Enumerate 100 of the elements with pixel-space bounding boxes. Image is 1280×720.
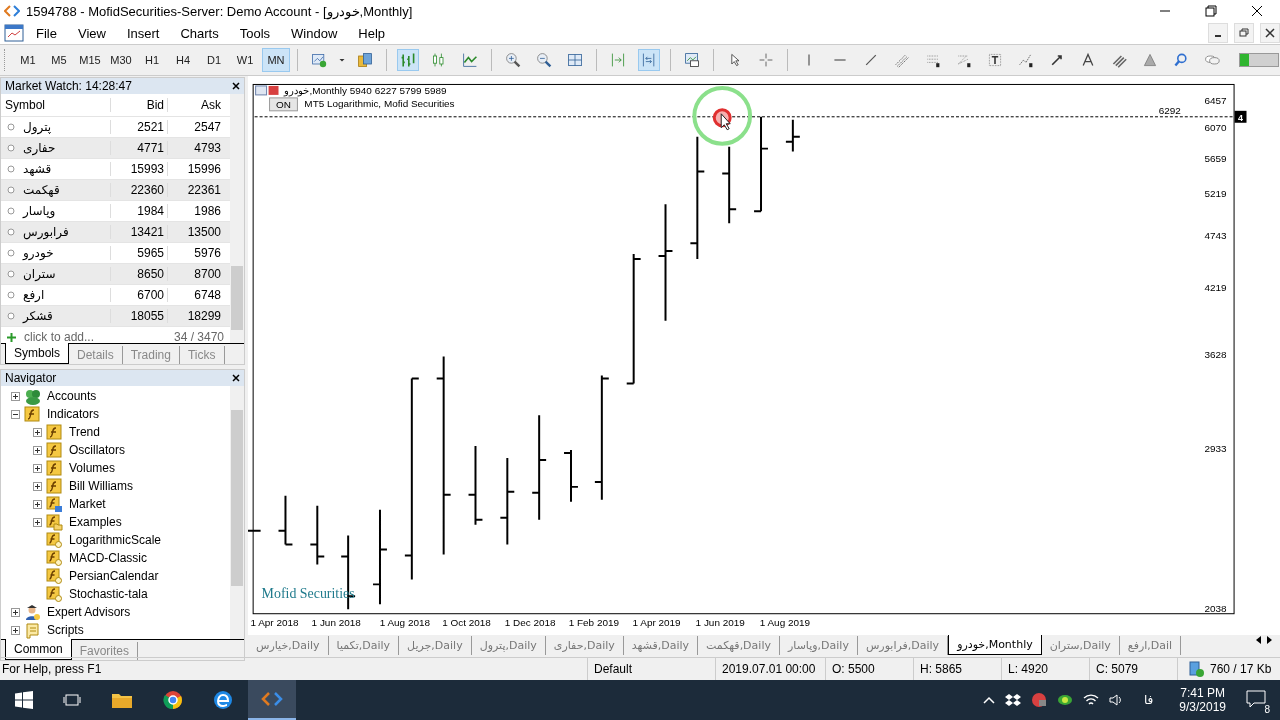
browser-icon[interactable] xyxy=(213,690,233,710)
indicator-toggle-button[interactable]: ON xyxy=(269,97,298,112)
timeframe-button[interactable]: M30 xyxy=(107,48,135,72)
symbol-name[interactable]: ارفع xyxy=(23,288,45,302)
chart-tab[interactable]: خودرو,Monthly xyxy=(948,635,1042,656)
task-view-icon[interactable] xyxy=(63,691,81,709)
expand-toggle-icon[interactable] xyxy=(11,409,20,419)
connection-icon xyxy=(1188,661,1204,677)
ask-price: 2547 xyxy=(193,120,222,134)
scroll-left-icon[interactable] xyxy=(1254,635,1264,646)
notification-count: 8 xyxy=(1262,703,1272,715)
ask-price: 5976 xyxy=(193,246,222,260)
tree-item[interactable]: Expert Advisors xyxy=(47,605,131,619)
caret-icon[interactable] xyxy=(982,695,995,705)
tree-item[interactable]: Oscillators xyxy=(69,443,125,457)
symbol-name[interactable]: ستران xyxy=(23,267,56,281)
tree-item[interactable]: Examples xyxy=(69,515,122,529)
notification-icon[interactable] xyxy=(1246,689,1266,708)
tree-item[interactable]: Market xyxy=(69,497,106,511)
bid-price: 8650 xyxy=(111,267,168,281)
tree-item[interactable]: Volumes xyxy=(69,461,116,475)
symbol-name[interactable]: قهکمت xyxy=(23,183,60,197)
symbol-name[interactable]: وپاسار xyxy=(23,204,56,218)
panel-tab[interactable]: Symbols xyxy=(5,343,69,364)
expand-toggle-icon[interactable] xyxy=(33,499,42,509)
tree-item[interactable]: PersianCalendar xyxy=(69,569,159,583)
menu-item[interactable]: Window xyxy=(289,25,351,41)
menu-item[interactable]: Insert xyxy=(124,25,173,41)
menu-item[interactable]: Help xyxy=(356,25,399,41)
timeframe-button[interactable]: H4 xyxy=(169,48,197,72)
panel-title: Navigator xyxy=(5,371,57,385)
expand-toggle-icon[interactable] xyxy=(11,625,20,635)
expand-toggle-icon[interactable] xyxy=(11,391,20,401)
timeframe-button[interactable]: H1 xyxy=(138,48,166,72)
script-icon xyxy=(24,621,41,639)
symbol-name[interactable]: پترول xyxy=(23,120,52,134)
app-tray-icon[interactable] xyxy=(1056,692,1073,708)
box-icon[interactable] xyxy=(1004,693,1021,707)
symbol-name[interactable]: قشکر xyxy=(23,309,53,323)
minimize-icon[interactable] xyxy=(1208,23,1228,43)
function-icon xyxy=(46,567,63,585)
close-icon[interactable] xyxy=(232,374,240,382)
scrollbar[interactable] xyxy=(230,386,244,639)
column-header[interactable]: Ask xyxy=(168,98,224,112)
menu-item[interactable]: View xyxy=(75,25,119,41)
column-header[interactable]: Bid xyxy=(111,98,168,112)
scroll-right-icon[interactable] xyxy=(1264,635,1274,646)
price-tick-label: 2038 xyxy=(1204,603,1227,615)
add-symbol-link[interactable]: click to add... xyxy=(24,330,95,344)
expand-toggle-icon[interactable] xyxy=(33,463,42,473)
bid-price: 2521 xyxy=(111,120,168,134)
timeframe-button[interactable]: D1 xyxy=(200,48,228,72)
expand-toggle-icon[interactable] xyxy=(11,607,20,617)
tree-item[interactable]: Stochastic-tala xyxy=(69,587,148,601)
timeframe-button[interactable]: M5 xyxy=(45,48,73,72)
clock-time[interactable]: 7:41 PM xyxy=(1180,686,1225,700)
start-icon[interactable] xyxy=(15,691,33,709)
restore-icon[interactable] xyxy=(1205,5,1217,17)
auto-scroll-icon[interactable] xyxy=(638,49,660,71)
expand-toggle-icon[interactable] xyxy=(33,517,42,527)
browser-icon[interactable] xyxy=(163,690,183,710)
tree-item[interactable]: LogarithmicScale xyxy=(69,533,162,547)
tree-item[interactable]: Trend xyxy=(69,425,100,439)
folder-icon[interactable] xyxy=(111,691,133,709)
expand-toggle-icon[interactable] xyxy=(33,445,42,455)
symbol-name[interactable]: حفاری xyxy=(23,141,56,155)
indicator-icon xyxy=(268,85,279,95)
panel-tab[interactable]: Common xyxy=(5,639,72,660)
price-tick-label: 4219 xyxy=(1204,281,1227,293)
close-icon[interactable] xyxy=(1251,5,1263,17)
column-header[interactable]: Symbol xyxy=(1,98,111,112)
clock-date[interactable]: 9/3/2019 xyxy=(1179,700,1226,714)
price-tick-label: 3628 xyxy=(1204,348,1227,360)
wifi-icon[interactable] xyxy=(1082,693,1099,707)
tree-item[interactable]: Bill Williams xyxy=(69,479,133,493)
document-icon[interactable] xyxy=(4,24,24,42)
tree-item[interactable]: Indicators xyxy=(47,407,100,421)
tree-item[interactable]: MACD-Classic xyxy=(69,551,147,565)
menu-item[interactable]: Charts xyxy=(178,25,232,41)
scrollbar[interactable] xyxy=(230,94,244,343)
timeframe-button[interactable]: M15 xyxy=(76,48,104,72)
close-icon[interactable] xyxy=(232,82,240,90)
symbol-name[interactable]: خودرو xyxy=(23,246,54,260)
language-indicator[interactable]: فا xyxy=(1143,693,1154,707)
tree-item[interactable]: Accounts xyxy=(47,389,97,403)
taskbar-app-button[interactable] xyxy=(248,680,296,720)
symbol-name[interactable]: فرابورس xyxy=(23,225,69,239)
menu-item[interactable]: File xyxy=(34,25,70,41)
timeframe-button[interactable]: M1 xyxy=(14,48,42,72)
timeframe-button[interactable]: MN xyxy=(262,48,290,72)
timeframe-button[interactable]: W1 xyxy=(231,48,259,72)
expand-toggle-icon[interactable] xyxy=(33,481,42,491)
symbol-name[interactable]: قشهد xyxy=(23,162,52,176)
tree-item[interactable]: Scripts xyxy=(47,623,84,637)
bid-price: 13421 xyxy=(111,225,168,239)
bar-chart-icon[interactable] xyxy=(397,49,419,71)
menu-item[interactable]: Tools xyxy=(237,25,284,41)
expand-toggle-icon[interactable] xyxy=(33,427,42,437)
panel-title: Market Watch: 14:28:47 xyxy=(5,79,132,93)
restore-icon[interactable] xyxy=(1234,23,1254,43)
